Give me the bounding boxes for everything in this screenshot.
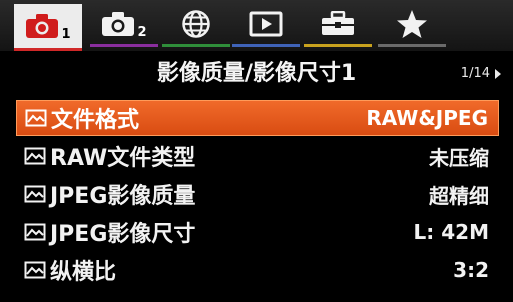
- tab-camera-2[interactable]: 2: [90, 4, 158, 47]
- image-quality-icon: [24, 261, 46, 279]
- image-quality-icon: [24, 147, 46, 165]
- page-indicator-text: 1/14: [460, 66, 490, 81]
- menu-item-raw-file-type[interactable]: RAW文件类型 未压缩: [16, 138, 499, 174]
- star-icon: [397, 10, 427, 38]
- next-page-arrow-icon[interactable]: [495, 68, 501, 79]
- menu-item-jpeg-quality[interactable]: JPEG影像质量 超精细: [16, 176, 499, 212]
- menu-list: 文件格式 RAW&JPEG RAW文件类型 未压缩 JPEG影像质量 超精细 J…: [16, 100, 499, 290]
- menu-item-label: RAW文件类型: [50, 146, 196, 171]
- playback-icon: [249, 11, 283, 37]
- menu-item-label: 文件格式: [51, 108, 140, 133]
- menu-item-label: JPEG影像尺寸: [50, 222, 196, 247]
- tab-camera-1[interactable]: 1: [14, 4, 82, 51]
- page-indicator: 1/14: [461, 66, 501, 81]
- tab-playback[interactable]: [232, 4, 300, 47]
- menu-item-jpeg-size[interactable]: JPEG影像尺寸 L: 42M: [16, 214, 499, 250]
- menu-item-value: 未压缩: [429, 145, 489, 170]
- menu-item-aspect-ratio[interactable]: 纵横比 3:2: [16, 252, 499, 288]
- menu-item-value: 超精细: [429, 183, 489, 208]
- image-quality-icon: [25, 109, 47, 127]
- camera-icon: [102, 12, 135, 36]
- menu-item-value: RAW&JPEG: [366, 106, 488, 130]
- menu-item-label: 纵横比: [50, 260, 117, 285]
- globe-icon: [182, 10, 210, 38]
- tab-number: 1: [61, 26, 71, 42]
- tab-number: 2: [137, 24, 147, 40]
- menu-item-file-format[interactable]: 文件格式 RAW&JPEG: [16, 100, 499, 136]
- tab-my-menu[interactable]: [378, 4, 446, 47]
- tab-network[interactable]: [162, 4, 230, 47]
- menu-tab-bar: 1 2: [0, 0, 513, 51]
- image-quality-icon: [24, 223, 46, 241]
- menu-item-value: L: 42M: [413, 220, 489, 244]
- page-title: 影像质量/影像尺寸1: [156, 61, 357, 86]
- menu-item-label: JPEG影像质量: [50, 184, 196, 209]
- menu-item-value: 3:2: [453, 258, 489, 282]
- camera-icon: [26, 14, 59, 38]
- toolbox-icon: [322, 11, 354, 35]
- tab-setup[interactable]: [304, 4, 372, 47]
- image-quality-icon: [24, 185, 46, 203]
